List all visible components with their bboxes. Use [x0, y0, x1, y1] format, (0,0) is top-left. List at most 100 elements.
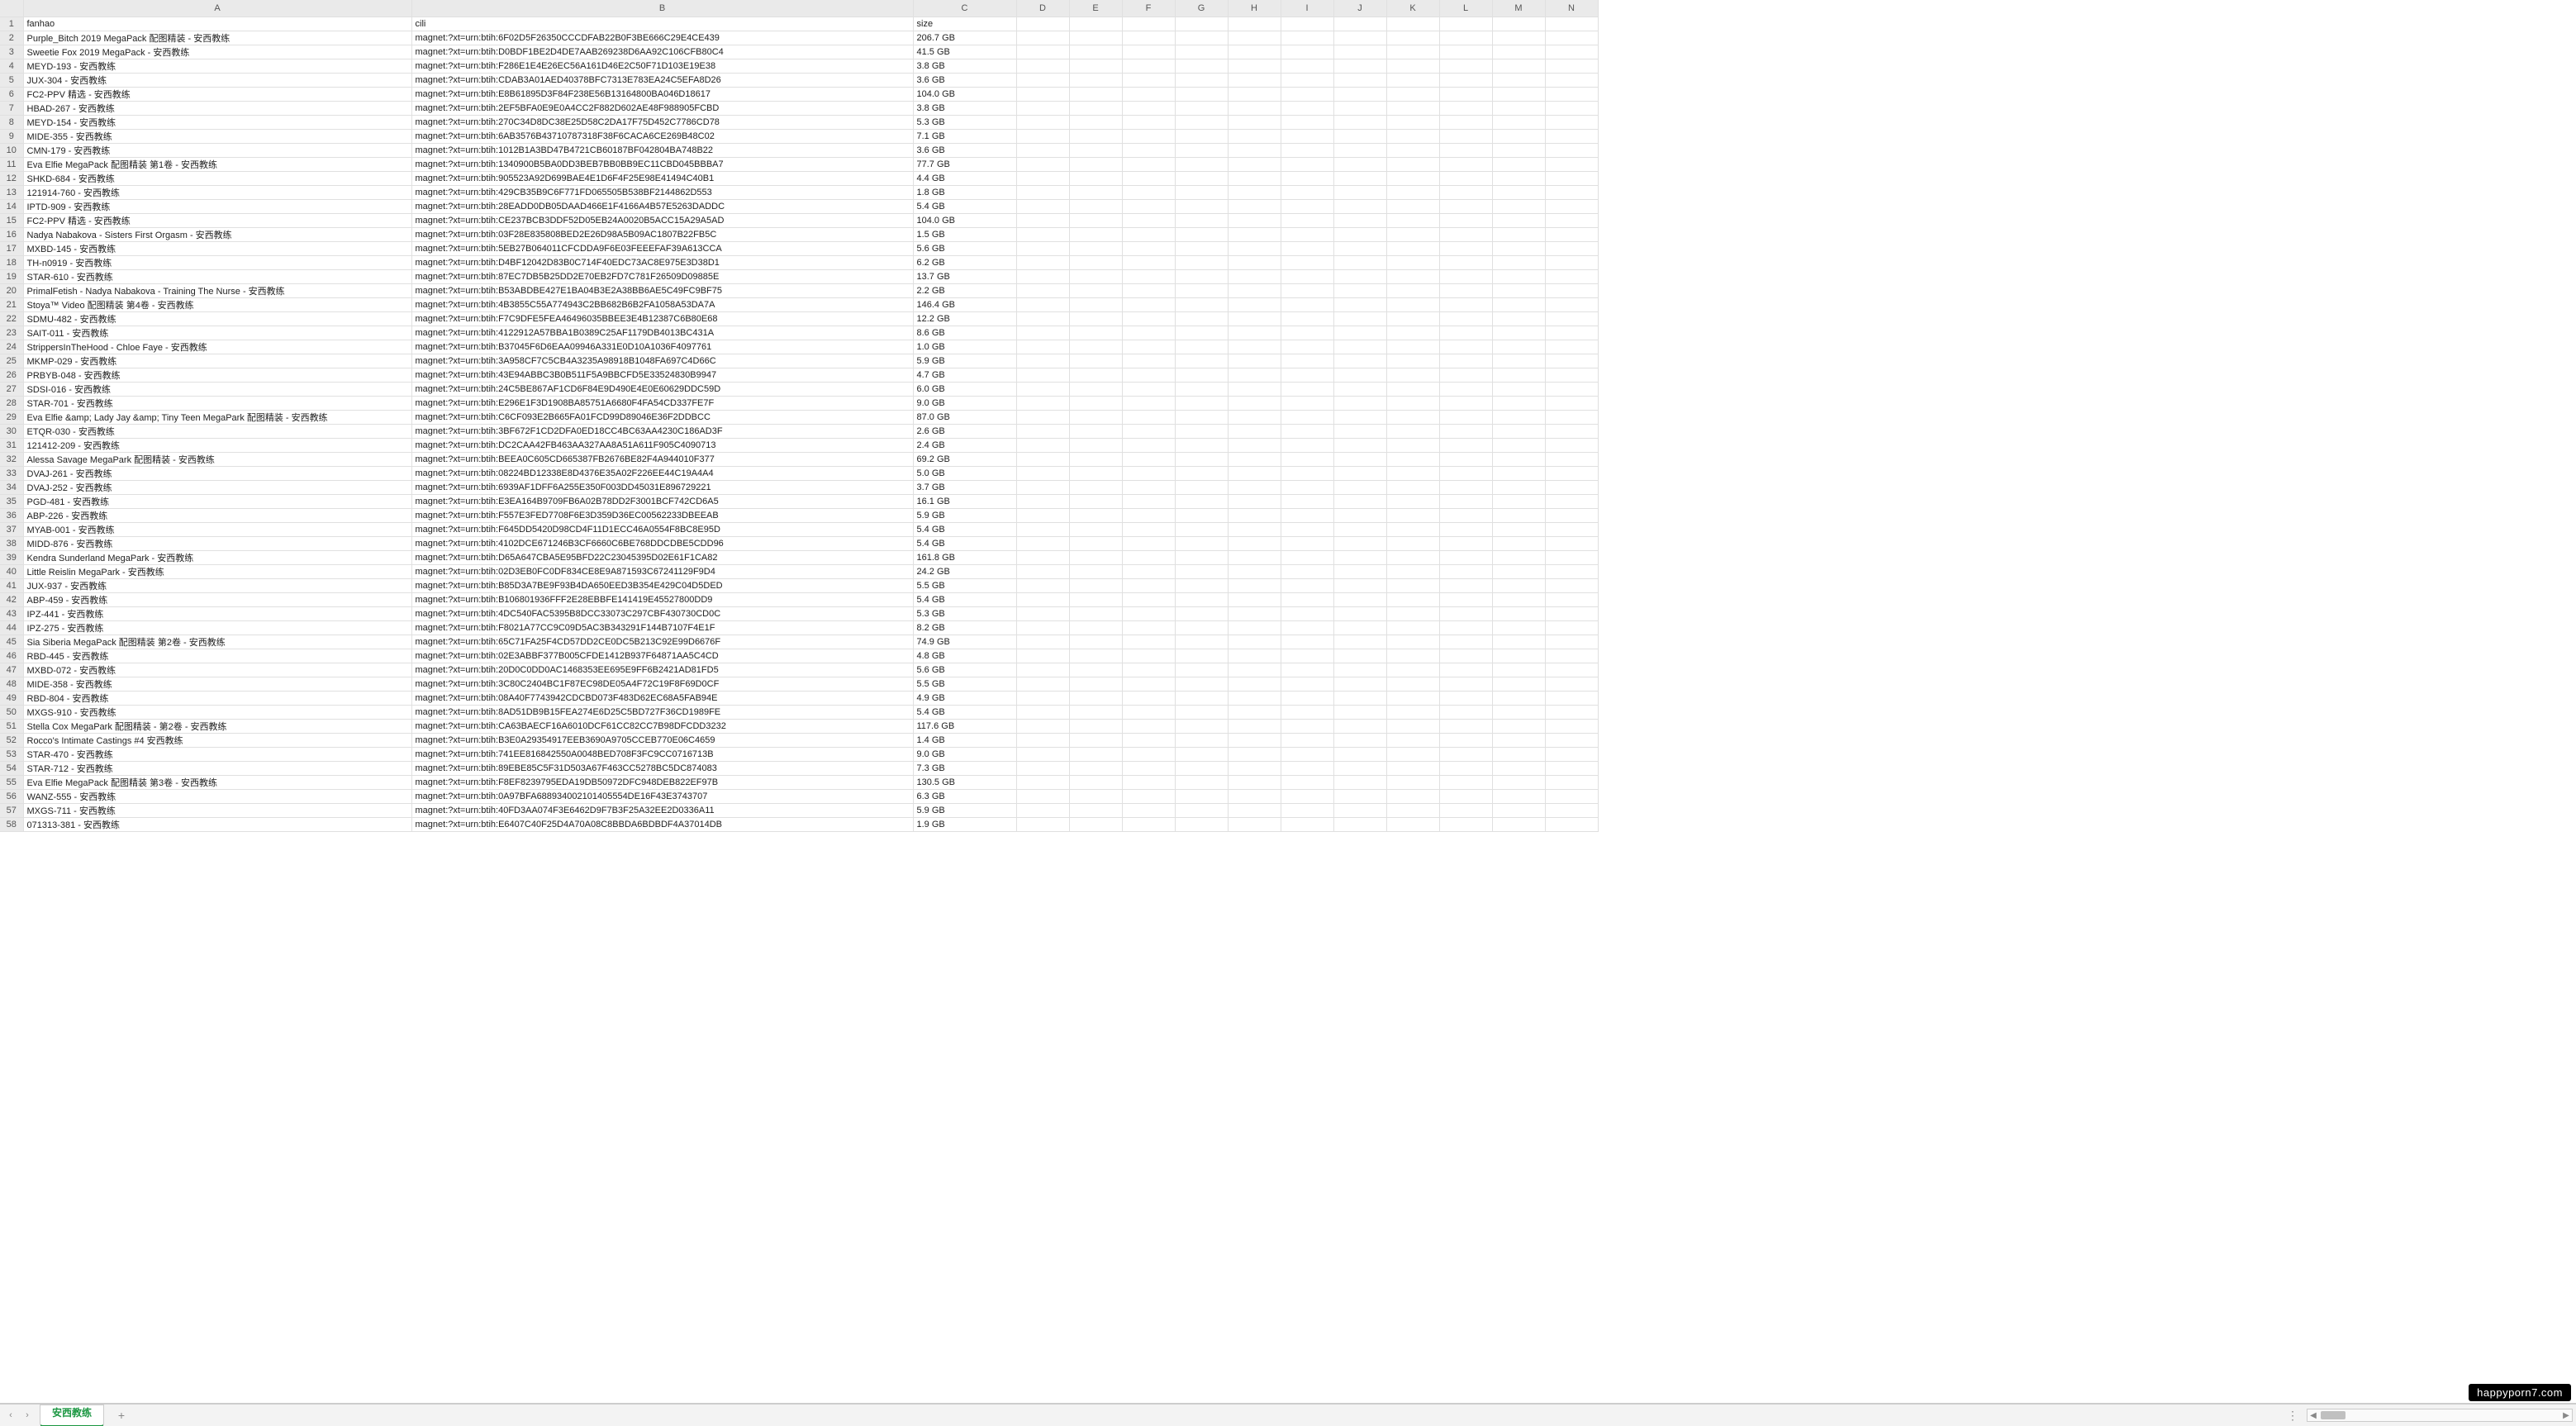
cell[interactable] — [1439, 564, 1492, 578]
cell[interactable] — [1122, 564, 1175, 578]
cell[interactable] — [1016, 494, 1069, 508]
cell[interactable]: 5.5 GB — [913, 578, 1016, 592]
cell[interactable] — [1492, 761, 1545, 775]
cell[interactable]: MYAB-001 - 安西教练 — [23, 522, 411, 536]
cell[interactable] — [1545, 311, 1598, 326]
cell[interactable] — [1069, 480, 1122, 494]
cell[interactable] — [1333, 157, 1386, 171]
cell[interactable] — [1386, 354, 1439, 368]
row-header[interactable]: 30 — [0, 424, 23, 438]
row-header[interactable]: 6 — [0, 87, 23, 101]
cell[interactable] — [1333, 129, 1386, 143]
cell[interactable]: 2.2 GB — [913, 283, 1016, 297]
cell[interactable] — [1016, 635, 1069, 649]
cell[interactable] — [1122, 283, 1175, 297]
cell[interactable] — [1175, 269, 1228, 283]
cell[interactable] — [1069, 606, 1122, 620]
cell[interactable] — [1492, 592, 1545, 606]
cell[interactable] — [1016, 396, 1069, 410]
cell[interactable] — [1228, 733, 1281, 747]
cell[interactable] — [1492, 115, 1545, 129]
cell[interactable] — [1016, 480, 1069, 494]
cell[interactable] — [1333, 536, 1386, 550]
cell[interactable]: 6.3 GB — [913, 789, 1016, 803]
cell[interactable] — [1228, 789, 1281, 803]
column-header-D[interactable]: D — [1016, 0, 1069, 17]
cell[interactable] — [1492, 17, 1545, 31]
cell[interactable] — [1069, 326, 1122, 340]
cell[interactable] — [1281, 59, 1333, 73]
cell[interactable] — [1386, 817, 1439, 831]
cell[interactable] — [1228, 691, 1281, 705]
cell[interactable] — [1386, 326, 1439, 340]
cell[interactable] — [1069, 199, 1122, 213]
cell[interactable] — [1175, 382, 1228, 396]
cell[interactable]: JUX-304 - 安西教练 — [23, 73, 411, 87]
cell[interactable] — [1492, 677, 1545, 691]
cell[interactable] — [1069, 45, 1122, 59]
cell[interactable] — [1492, 620, 1545, 635]
cell[interactable] — [1175, 649, 1228, 663]
cell[interactable]: FC2-PPV 精选 - 安西教练 — [23, 87, 411, 101]
cell[interactable] — [1439, 340, 1492, 354]
cell[interactable]: magnet:?xt=urn:btih:3BF672F1CD2DFA0ED18C… — [411, 424, 913, 438]
cell[interactable] — [1545, 578, 1598, 592]
cell[interactable] — [1016, 73, 1069, 87]
cell[interactable] — [1281, 382, 1333, 396]
cell[interactable] — [1069, 705, 1122, 719]
cell[interactable]: 3.6 GB — [913, 143, 1016, 157]
add-sheet-button[interactable]: + — [111, 1409, 132, 1422]
cell[interactable]: magnet:?xt=urn:btih:6F02D5F26350CCCDFAB2… — [411, 31, 913, 45]
cell[interactable]: MIDD-876 - 安西教练 — [23, 536, 411, 550]
cell[interactable] — [1439, 17, 1492, 31]
cell[interactable] — [1228, 297, 1281, 311]
cell[interactable]: 1.4 GB — [913, 733, 1016, 747]
cell[interactable] — [1122, 578, 1175, 592]
cell[interactable] — [1228, 508, 1281, 522]
cell[interactable] — [1228, 199, 1281, 213]
cell[interactable] — [1333, 241, 1386, 255]
cell[interactable] — [1069, 340, 1122, 354]
cell[interactable]: magnet:?xt=urn:btih:F8EF8239795EDA19DB50… — [411, 775, 913, 789]
cell[interactable] — [1492, 410, 1545, 424]
cell[interactable] — [1439, 635, 1492, 649]
cell[interactable] — [1281, 283, 1333, 297]
cell[interactable] — [1016, 452, 1069, 466]
cell[interactable] — [1016, 199, 1069, 213]
cell[interactable] — [1386, 705, 1439, 719]
cell[interactable] — [1016, 719, 1069, 733]
cell[interactable] — [1281, 522, 1333, 536]
row-header[interactable]: 21 — [0, 297, 23, 311]
cell[interactable] — [1016, 761, 1069, 775]
cell[interactable]: 4.9 GB — [913, 691, 1016, 705]
cell[interactable]: ETQR-030 - 安西教练 — [23, 424, 411, 438]
cell[interactable] — [1545, 466, 1598, 480]
cell[interactable] — [1333, 480, 1386, 494]
cell[interactable] — [1492, 283, 1545, 297]
cell[interactable] — [1069, 803, 1122, 817]
row-header[interactable]: 39 — [0, 550, 23, 564]
cell[interactable] — [1175, 87, 1228, 101]
cell[interactable]: magnet:?xt=urn:btih:4DC540FAC5395B8DCC33… — [411, 606, 913, 620]
cell[interactable] — [1228, 17, 1281, 31]
cell[interactable] — [1069, 635, 1122, 649]
cell[interactable] — [1545, 817, 1598, 831]
row-header[interactable]: 14 — [0, 199, 23, 213]
cell[interactable] — [1069, 438, 1122, 452]
cell[interactable] — [1545, 663, 1598, 677]
cell[interactable] — [1175, 213, 1228, 227]
cell[interactable]: 9.0 GB — [913, 396, 1016, 410]
cell[interactable] — [1439, 115, 1492, 129]
cell[interactable] — [1122, 691, 1175, 705]
cell[interactable] — [1333, 326, 1386, 340]
cell[interactable] — [1333, 592, 1386, 606]
cell[interactable]: STAR-701 - 安西教练 — [23, 396, 411, 410]
cell[interactable] — [1228, 747, 1281, 761]
cell[interactable] — [1333, 297, 1386, 311]
cell[interactable] — [1175, 803, 1228, 817]
cell[interactable] — [1333, 677, 1386, 691]
cell[interactable] — [1333, 227, 1386, 241]
cell[interactable] — [1122, 143, 1175, 157]
cell[interactable] — [1386, 368, 1439, 382]
cell[interactable] — [1386, 31, 1439, 45]
